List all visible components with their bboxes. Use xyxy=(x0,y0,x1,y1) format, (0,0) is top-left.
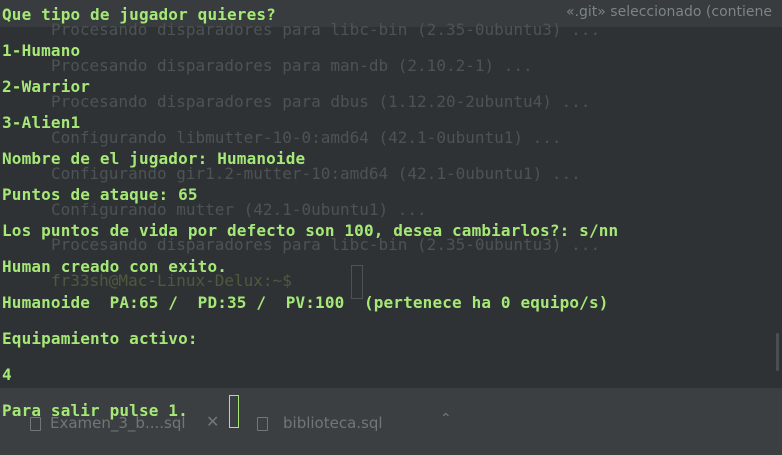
chevron-up-icon[interactable]: ⌃ xyxy=(440,411,452,427)
terminal-line: 4 xyxy=(2,365,12,384)
background-terminal-line: Procesando disparadores para man-db (2.1… xyxy=(51,56,533,75)
screen: «.git» seleccionado (contiene Procesando… xyxy=(0,0,782,455)
terminal-line: Los puntos de vida por defecto son 100, … xyxy=(2,221,619,240)
terminal-line: Equipamiento activo: xyxy=(2,329,198,348)
background-terminal-line: Configurando libmutter-10-0:amd64 (42.1-… xyxy=(51,128,562,147)
terminal-line: Human creado con exito. xyxy=(2,257,228,276)
background-header-note: «.git» seleccionado (contiene xyxy=(566,4,772,20)
terminal-line: Humanoide PA:65 / PD:35 / PV:100 (perten… xyxy=(2,293,609,312)
terminal-scrollbar[interactable] xyxy=(776,333,779,371)
background-terminal-line: Procesando disparadores para dbus (1.12.… xyxy=(51,92,591,111)
terminal-line: Nombre de el jugador: Humanoide xyxy=(2,149,306,168)
file-icon xyxy=(257,417,268,431)
terminal-line: Que tipo de jugador quieres? xyxy=(2,5,276,24)
background-tab-biblioteca[interactable]: biblioteca.sql xyxy=(283,414,383,432)
terminal-line: 3-Alien1 xyxy=(2,113,81,132)
terminal-line: 1-Humano xyxy=(2,41,81,60)
terminal-prompt-line[interactable]: Para salir pulse 1. xyxy=(2,401,188,420)
terminal-line: 2-Warrior xyxy=(2,77,91,96)
terminal-line: Puntos de ataque: 65 xyxy=(2,185,198,204)
close-icon[interactable]: ✕ xyxy=(206,412,219,431)
terminal-cursor[interactable] xyxy=(229,395,239,428)
